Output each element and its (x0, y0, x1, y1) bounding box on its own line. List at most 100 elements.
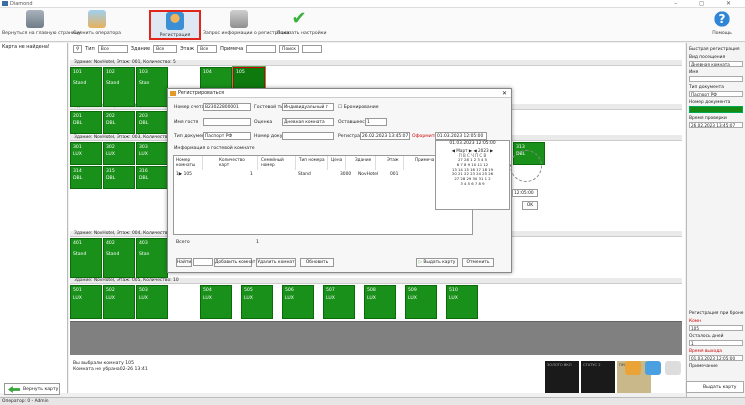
reg-on-booking-checkbox[interactable]: Регистрация при броне (689, 311, 744, 316)
doc-type-select[interactable]: Паспорт РФ (689, 91, 743, 97)
app-icon (2, 1, 8, 6)
window-controls[interactable]: – ◻ ✕ (674, 0, 741, 7)
room-tile[interactable]: 314 DBL (70, 166, 102, 189)
room-tile[interactable]: 509 LUX (405, 285, 437, 319)
doc-number-input[interactable] (282, 132, 334, 140)
filter-icon[interactable]: ⚲ (73, 45, 83, 53)
room-tile[interactable]: 503 LUX (136, 285, 168, 319)
exit-time-input[interactable]: 01.03.2023 12:05:00 (689, 355, 743, 361)
room-tile[interactable]: 303 LUX (136, 142, 168, 165)
room-tile[interactable]: 101 Stand (70, 67, 102, 107)
info-strip (70, 321, 682, 355)
date-picker-popup: 01.03.2023 12:05:00 ◀ Март ▶ ◀ 2023 ▶ П … (435, 140, 510, 210)
room-tile[interactable]: 502 LUX (103, 285, 135, 319)
register-button[interactable]: Регистрация (149, 10, 201, 40)
dialog-icon (170, 91, 176, 96)
guest-name-input[interactable] (203, 118, 251, 126)
search-input[interactable] (302, 45, 323, 53)
person-icon[interactable] (625, 361, 641, 375)
room-info-grid: Номер комнаты Количество карт Семейный н… (173, 155, 473, 235)
type-select[interactable]: Все (97, 45, 128, 53)
settings-button[interactable]: ✔ Показать настройки (277, 8, 326, 40)
add-room-button[interactable]: Добавить комнат (214, 258, 255, 267)
room-tile[interactable]: 401 Stand (70, 238, 102, 278)
card-thumb[interactable]: СТАТУС 2 (581, 361, 615, 393)
control-icons (625, 361, 681, 375)
give-card-dialog-button[interactable]: ▷ Выдать карту (416, 258, 458, 267)
room-tile[interactable]: 501 LUX (70, 285, 102, 319)
find-button[interactable]: Найти (176, 258, 192, 267)
return-arrow-icon (8, 386, 20, 393)
help-icon: ? (713, 10, 731, 28)
room-tile[interactable]: 302 LUX (103, 142, 135, 165)
floor-select[interactable]: Все (197, 45, 218, 53)
close-icon[interactable]: ✕ (502, 89, 507, 98)
search-button[interactable]: Поиск (279, 45, 300, 53)
room-tile[interactable]: 506 LUX (282, 285, 314, 319)
help-button[interactable]: ? Помощь (706, 10, 738, 40)
room-tile[interactable]: 507 LUX (323, 285, 355, 319)
home-button[interactable]: Вернуться на главную страницу (2, 10, 81, 40)
room-tile[interactable]: 102 Stand (103, 67, 135, 107)
filter-bar: ⚲ Тип Все Здание Все Этаж Все Примеча По… (73, 44, 323, 54)
room-tile[interactable]: 103 Stan (136, 67, 168, 107)
building-header: Здание: NovHotel, Этаж: 001, Количество:… (70, 60, 682, 66)
refresh-button[interactable]: Обновить (300, 258, 334, 267)
clock-icon[interactable] (665, 361, 681, 375)
room-tile[interactable]: 202 DBL (103, 111, 135, 134)
operator-icon (88, 10, 106, 28)
booking-checkbox[interactable]: ☐ Бронирование (338, 105, 379, 110)
room-input[interactable]: 105 (689, 325, 743, 331)
room-tile[interactable]: 315 DBL (103, 166, 135, 189)
note-input[interactable] (246, 45, 277, 53)
find-input[interactable] (193, 258, 213, 266)
delete-room-button[interactable]: Удалить комнат (256, 258, 296, 267)
rate-select[interactable]: Дневная комната (282, 118, 334, 126)
room-tile[interactable]: 508 LUX (364, 285, 396, 319)
home-icon (26, 10, 44, 28)
days-input[interactable]: 1 (689, 340, 743, 346)
building-header: Здание: NovHotel, Этаж: 005, Количество:… (70, 278, 682, 284)
give-card-button[interactable]: Выдать карту (686, 381, 744, 393)
account-number-field: B23022800001 (203, 103, 251, 111)
selection-info: Вы выбрали комнату 105 Комната не убрана… (73, 361, 148, 372)
main-toolbar: Вернуться на главную страницу Сменить оп… (0, 8, 745, 42)
user-icon[interactable] (645, 361, 661, 375)
status-bar: Оператор: 0 - Admin (0, 397, 745, 405)
card-status-message: Карта не найдена! (2, 45, 50, 50)
name-input[interactable] (689, 76, 743, 82)
cancel-button[interactable]: Отменить (462, 258, 494, 267)
checkmark-icon: ✔ (291, 8, 307, 29)
reg-datetime-input[interactable]: 26.02.2023 13:45:07 (360, 132, 410, 140)
quick-register-panel: Быстрая регистрация Вид посещения Дневна… (686, 43, 745, 398)
room-tile[interactable]: 316 DBL (136, 166, 168, 189)
building-select[interactable]: Все (153, 45, 178, 53)
room-tile[interactable]: 301 LUX (70, 142, 102, 165)
change-operator-button[interactable]: Сменить оператора (70, 10, 124, 40)
left-panel (0, 43, 68, 393)
checkout-datetime-input[interactable]: 01.03.2023 12:05:00 (435, 132, 487, 140)
guest-type-select[interactable]: Индивидуальный г (282, 103, 334, 111)
clock-face (510, 150, 542, 182)
room-tile[interactable]: 510 LUX (446, 285, 478, 319)
time-input[interactable]: 12:05:00 (512, 189, 538, 197)
doc-type-select[interactable]: Паспорт РФ (203, 132, 251, 140)
return-card-button[interactable]: Вернуть карту (4, 383, 60, 395)
room-tile[interactable]: 504 LUX (200, 285, 232, 319)
room-tile[interactable]: 403 Stan (136, 238, 168, 278)
calendar-ok-button[interactable]: OK (522, 201, 538, 210)
app-title: Diamond (10, 1, 33, 7)
room-tile[interactable]: 201 DBL (70, 111, 102, 134)
request-icon (230, 10, 248, 28)
doc-number-input[interactable] (689, 106, 743, 113)
room-tile[interactable]: 505 LUX (241, 285, 273, 319)
card-thumb[interactable]: ЗОЛОТО ВКЛ (545, 361, 579, 393)
room-tile[interactable]: 402 Stand (103, 238, 135, 278)
calendar-days[interactable]: 27 28 1 2 3 4 56 7 8 9 10 11 12 13 14 15 … (436, 157, 509, 187)
remaining-input[interactable]: 1 (365, 118, 387, 126)
register-icon (166, 12, 184, 30)
dialog-titlebar: Регистрироваться ✕ (168, 89, 511, 98)
room-tile[interactable]: 203 DBL (136, 111, 168, 134)
request-info-button[interactable]: Запрос информации о регистрации (203, 10, 289, 40)
stay-type-select[interactable]: Дневная комната (689, 61, 743, 67)
